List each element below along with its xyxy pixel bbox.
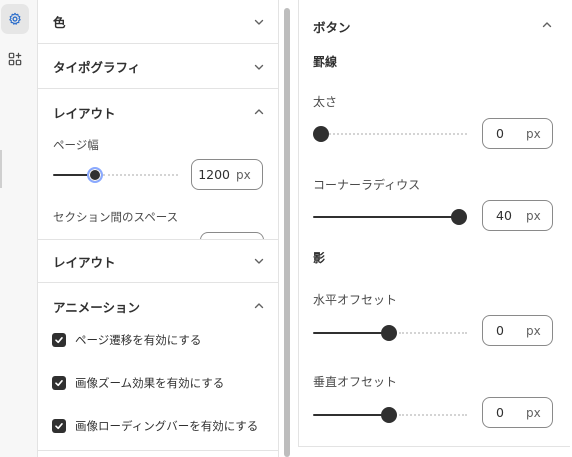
- thickness-slider[interactable]: [313, 126, 467, 142]
- thickness-unit: px: [526, 126, 541, 141]
- theme-settings-button[interactable]: [1, 4, 29, 34]
- layout-section-title: レイアウト: [53, 105, 116, 121]
- animation-section-header[interactable]: アニメーション: [38, 284, 278, 328]
- rail-indicator: [0, 150, 2, 188]
- slider-track: [103, 174, 178, 176]
- shadow-group-title: 影: [313, 251, 326, 265]
- page-width-slider[interactable]: [53, 167, 178, 183]
- chevron-down-icon: [254, 19, 264, 25]
- page-transition-checkbox[interactable]: [52, 333, 66, 347]
- border-group-title: 罫線: [313, 55, 338, 69]
- page-width-input[interactable]: 1200 px: [191, 159, 263, 190]
- page-transition-label: ページ遷移を有効にする: [75, 333, 202, 347]
- page-width-label: ページ幅: [53, 138, 99, 152]
- vertical-offset-unit: px: [526, 405, 541, 420]
- panel-scrollbar[interactable]: [284, 8, 290, 457]
- vertical-offset-label: 垂直オフセット: [313, 375, 398, 389]
- layout-section-2-title: レイアウト: [53, 254, 116, 270]
- thickness-value: 0: [496, 126, 504, 141]
- corner-radius-slider[interactable]: [313, 209, 467, 225]
- theme-settings-panel: 色 タイポグラフィ レイアウト ページ幅 1200 px セクション間のスペース…: [38, 0, 279, 457]
- thickness-label: 太さ: [313, 95, 338, 109]
- page-width-unit: px: [236, 167, 251, 182]
- image-loading-bar-checkbox-row[interactable]: 画像ローディングバーを有効にする: [52, 418, 258, 434]
- page-transition-checkbox-row[interactable]: ページ遷移を有効にする: [52, 332, 201, 348]
- typography-section-title: タイポグラフィ: [53, 60, 141, 75]
- chevron-down-icon: [254, 258, 264, 264]
- apps-button[interactable]: [1, 44, 29, 74]
- image-loading-bar-checkbox[interactable]: [52, 419, 66, 433]
- thickness-input[interactable]: 0 px: [482, 118, 553, 149]
- chevron-up-icon: [254, 109, 264, 115]
- slider-fill: [313, 332, 387, 334]
- image-loading-bar-label: 画像ローディングバーを有効にする: [75, 419, 259, 433]
- slider-track: [399, 332, 467, 334]
- layout-section-header[interactable]: レイアウト: [38, 90, 278, 134]
- corner-radius-input[interactable]: 40 px: [482, 200, 553, 231]
- slider-fill: [313, 216, 459, 218]
- horizontal-offset-label: 水平オフセット: [313, 293, 398, 307]
- slider-thumb[interactable]: [313, 126, 329, 142]
- image-zoom-checkbox[interactable]: [52, 376, 66, 390]
- slider-thumb[interactable]: [87, 167, 103, 183]
- page-width-value: 1200: [198, 167, 230, 182]
- checkmark-icon: [55, 337, 63, 344]
- typography-section-header[interactable]: タイポグラフィ: [38, 45, 278, 89]
- section-divider: [38, 450, 278, 451]
- image-zoom-checkbox-row[interactable]: 画像ズーム効果を有効にする: [52, 375, 224, 391]
- checkmark-icon: [55, 380, 63, 387]
- horizontal-offset-slider[interactable]: [313, 325, 467, 341]
- color-section-title: 色: [53, 15, 66, 30]
- chevron-down-icon: [254, 64, 264, 70]
- layout-section-2-header[interactable]: レイアウト: [38, 239, 278, 283]
- image-zoom-label: 画像ズーム効果を有効にする: [75, 376, 225, 390]
- apps-icon: [8, 52, 22, 66]
- corner-radius-label: コーナーラディウス: [313, 178, 421, 192]
- corner-radius-value: 40: [496, 208, 512, 223]
- button-section-title: ボタン: [313, 20, 351, 35]
- vertical-offset-slider[interactable]: [313, 407, 467, 423]
- vertical-offset-input[interactable]: 0 px: [482, 397, 553, 428]
- slider-thumb[interactable]: [451, 209, 467, 225]
- gear-icon: [9, 12, 21, 25]
- button-settings-panel: ボタン 罫線 太さ 0 px コーナーラディウス 40 px 影 水平オフセット…: [298, 0, 570, 447]
- checkmark-icon: [55, 423, 63, 430]
- slider-thumb[interactable]: [381, 325, 397, 341]
- chevron-up-icon: [254, 303, 264, 309]
- slider-track: [329, 133, 467, 135]
- color-section-header[interactable]: 色: [38, 0, 278, 44]
- slider-track: [399, 414, 467, 416]
- animation-section-title: アニメーション: [53, 299, 141, 315]
- slider-fill: [313, 414, 387, 416]
- chevron-up-icon[interactable]: [541, 19, 553, 31]
- horizontal-offset-value: 0: [496, 323, 504, 338]
- horizontal-offset-unit: px: [526, 323, 541, 338]
- slider-thumb[interactable]: [381, 407, 397, 423]
- icon-rail: [0, 0, 38, 457]
- corner-radius-unit: px: [526, 208, 541, 223]
- vertical-offset-value: 0: [496, 405, 504, 420]
- horizontal-offset-input[interactable]: 0 px: [482, 315, 553, 346]
- section-spacing-label: セクション間のスペース: [53, 210, 179, 224]
